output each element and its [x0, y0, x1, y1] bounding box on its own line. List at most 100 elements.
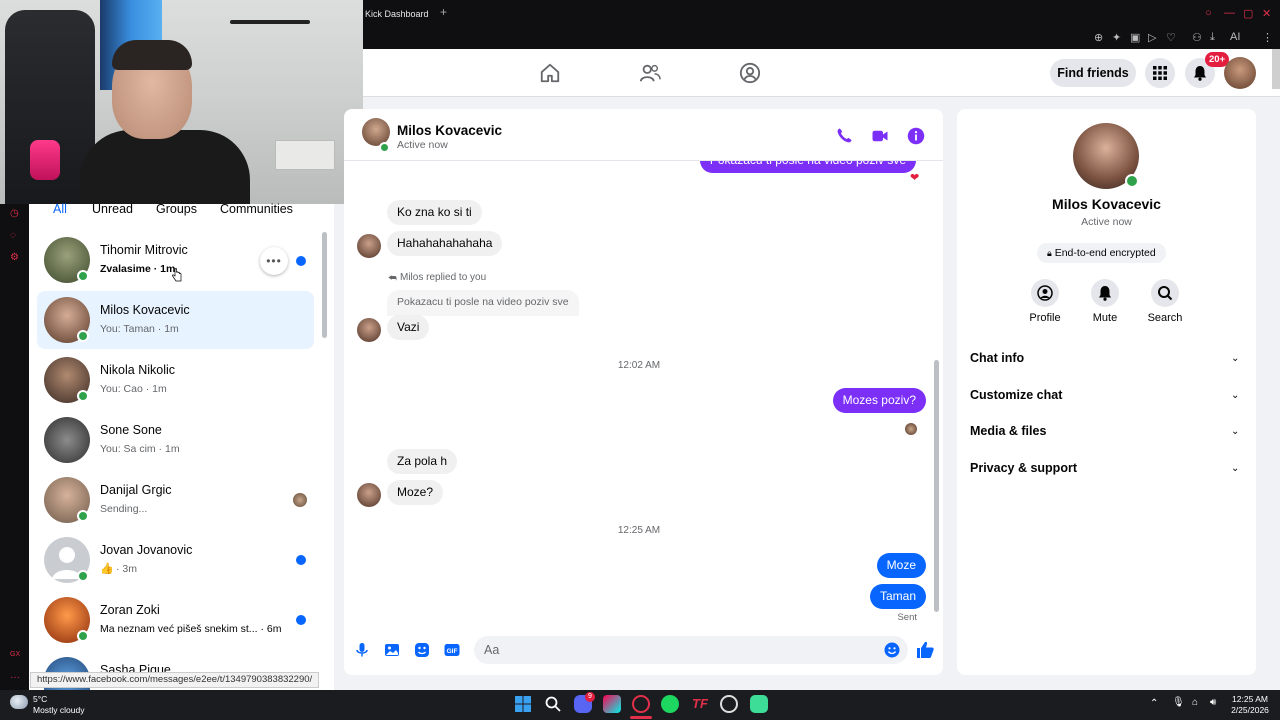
chevron-up-icon[interactable]: ⌃: [1150, 698, 1158, 709]
volume-icon[interactable]: 🔊︎: [1210, 697, 1216, 708]
unread-dot: [296, 555, 306, 565]
online-indicator: [77, 390, 89, 402]
microphone-icon[interactable]: [354, 642, 370, 658]
ai-icon[interactable]: AI: [1230, 31, 1240, 43]
section-privacy-support[interactable]: Privacy & support: [970, 461, 1077, 475]
home-icon[interactable]: [539, 62, 561, 84]
chat-preview: You: Taman · 1m: [100, 323, 179, 335]
incoming-message[interactable]: Ko zna ko si ti: [387, 200, 482, 225]
filter-communities[interactable]: Communities: [220, 202, 293, 216]
opera-gx-icon[interactable]: [632, 695, 650, 713]
outgoing-message[interactable]: Moze: [876, 553, 926, 578]
groups-icon[interactable]: [739, 62, 761, 84]
mute-button[interactable]: [1091, 279, 1119, 307]
search-icon[interactable]: ○: [1205, 7, 1212, 19]
chevron-down-icon[interactable]: ⌄: [1231, 426, 1239, 437]
reply-quote[interactable]: Pokazacu ti posle na video poziv sve: [387, 290, 579, 316]
spotify-icon[interactable]: [661, 695, 679, 713]
play-icon[interactable]: ▷: [1148, 31, 1156, 44]
clock-date[interactable]: 2/25/2026: [1228, 705, 1272, 715]
settings-icon[interactable]: ⚙: [10, 252, 19, 263]
outgoing-message[interactable]: Pokazacu ti posle na video poziv sve: [699, 161, 916, 173]
outgoing-message[interactable]: Taman: [869, 584, 926, 609]
maximize-icon[interactable]: ▢: [1243, 7, 1253, 20]
download-icon[interactable]: ⤓: [1210, 31, 1215, 44]
sender-avatar: [357, 318, 381, 342]
contact-name[interactable]: Milos Kovacevic: [397, 123, 502, 138]
minimize-icon[interactable]: —: [1224, 7, 1235, 19]
video-camera-icon[interactable]: [871, 127, 889, 145]
grid-menu-button[interactable]: [1145, 58, 1175, 88]
message-input[interactable]: [474, 636, 908, 664]
tiktok-icon[interactable]: [603, 695, 621, 713]
chat-name: Sone Sone: [100, 423, 162, 437]
facebook-header: [363, 49, 1280, 97]
menu-icon[interactable]: ⋮: [1262, 31, 1273, 44]
account-avatar[interactable]: [1224, 57, 1256, 89]
tf-app-icon[interactable]: TF: [691, 695, 709, 713]
outgoing-message[interactable]: Mozes poziv?: [832, 388, 926, 413]
search-button[interactable]: [1151, 279, 1179, 307]
page-scrollbar[interactable]: [1272, 49, 1280, 89]
incoming-message[interactable]: Za pola h: [387, 449, 458, 474]
close-icon[interactable]: ✕: [1262, 7, 1271, 20]
emoji-icon[interactable]: [884, 642, 900, 658]
tab-title[interactable]: Kick Dashboard: [365, 9, 429, 19]
page-scrollbar-track[interactable]: [1272, 97, 1280, 687]
chevron-down-icon[interactable]: ⌄: [1231, 353, 1239, 364]
puzzle-icon[interactable]: ✦: [1112, 31, 1121, 44]
screenshot-icon[interactable]: ▣: [1130, 31, 1140, 44]
find-friends-button[interactable]: Find friends: [1050, 59, 1136, 87]
photo-icon[interactable]: [384, 642, 400, 658]
thumbs-up-icon[interactable]: [915, 640, 935, 660]
phone-icon[interactable]: [835, 127, 853, 145]
chat-icon[interactable]: ◌: [10, 230, 16, 241]
microphone-icon[interactable]: 🎙︎: [1172, 697, 1185, 708]
profile-button[interactable]: [1031, 279, 1059, 307]
incoming-message[interactable]: Moze?: [387, 480, 444, 505]
search-icon[interactable]: [544, 695, 562, 713]
more-options-button[interactable]: •••: [260, 247, 288, 275]
incoming-message[interactable]: Hahahahahahaha: [387, 231, 503, 256]
gif-icon[interactable]: GIF: [444, 642, 460, 658]
conversation-scrollbar[interactable]: [934, 360, 939, 612]
search-icon: [1158, 286, 1173, 301]
clock-icon[interactable]: ◷: [10, 208, 19, 219]
e2e-label: End-to-end encrypted: [1054, 247, 1156, 259]
chat-preview: · 3m: [116, 563, 137, 575]
streamer-body: [80, 130, 250, 204]
sender-avatar: [357, 234, 381, 258]
heart-icon[interactable]: ♡: [1166, 31, 1176, 44]
section-chat-info[interactable]: Chat info: [970, 351, 1024, 365]
bell-icon: [1194, 66, 1206, 81]
weather-icon[interactable]: [10, 695, 28, 709]
zoom-icon[interactable]: ⊕: [1094, 31, 1103, 44]
filter-groups[interactable]: Groups: [156, 202, 197, 216]
section-customize-chat[interactable]: Customize chat: [970, 388, 1062, 402]
incoming-message[interactable]: Vazi: [387, 315, 430, 340]
clock-time[interactable]: 12:25 AM: [1230, 694, 1270, 704]
info-icon[interactable]: [907, 127, 925, 145]
thumbs-up-icon: 👍: [100, 563, 114, 575]
outgoing-row: Moze: [344, 553, 926, 579]
more-icon[interactable]: ···: [10, 672, 20, 683]
chat-name: Zoran Zoki: [100, 603, 160, 617]
section-media-files[interactable]: Media & files: [970, 424, 1046, 438]
chat-list-scrollbar[interactable]: [322, 232, 327, 338]
windows-start-icon[interactable]: [514, 695, 532, 713]
network-icon[interactable]: ⌂: [1192, 697, 1198, 708]
chevron-down-icon[interactable]: ⌄: [1231, 390, 1239, 401]
filter-all[interactable]: All: [53, 202, 67, 216]
gx-icon[interactable]: GX: [10, 651, 20, 658]
chat-preview: Ma neznam već pišeš snekim st... · 6m: [100, 623, 282, 635]
sticker-icon[interactable]: [414, 642, 430, 658]
filter-unread[interactable]: Unread: [92, 202, 133, 216]
contact-status: Active now: [397, 139, 448, 151]
new-tab-button[interactable]: +: [440, 5, 447, 19]
friends-icon[interactable]: [639, 62, 661, 84]
app-icon[interactable]: [750, 695, 768, 713]
lock-icon: 🔒︎: [1047, 248, 1052, 258]
chrome-icon[interactable]: [720, 695, 738, 713]
chevron-down-icon[interactable]: ⌄: [1231, 463, 1239, 474]
account-icon[interactable]: ⚇: [1192, 31, 1202, 44]
